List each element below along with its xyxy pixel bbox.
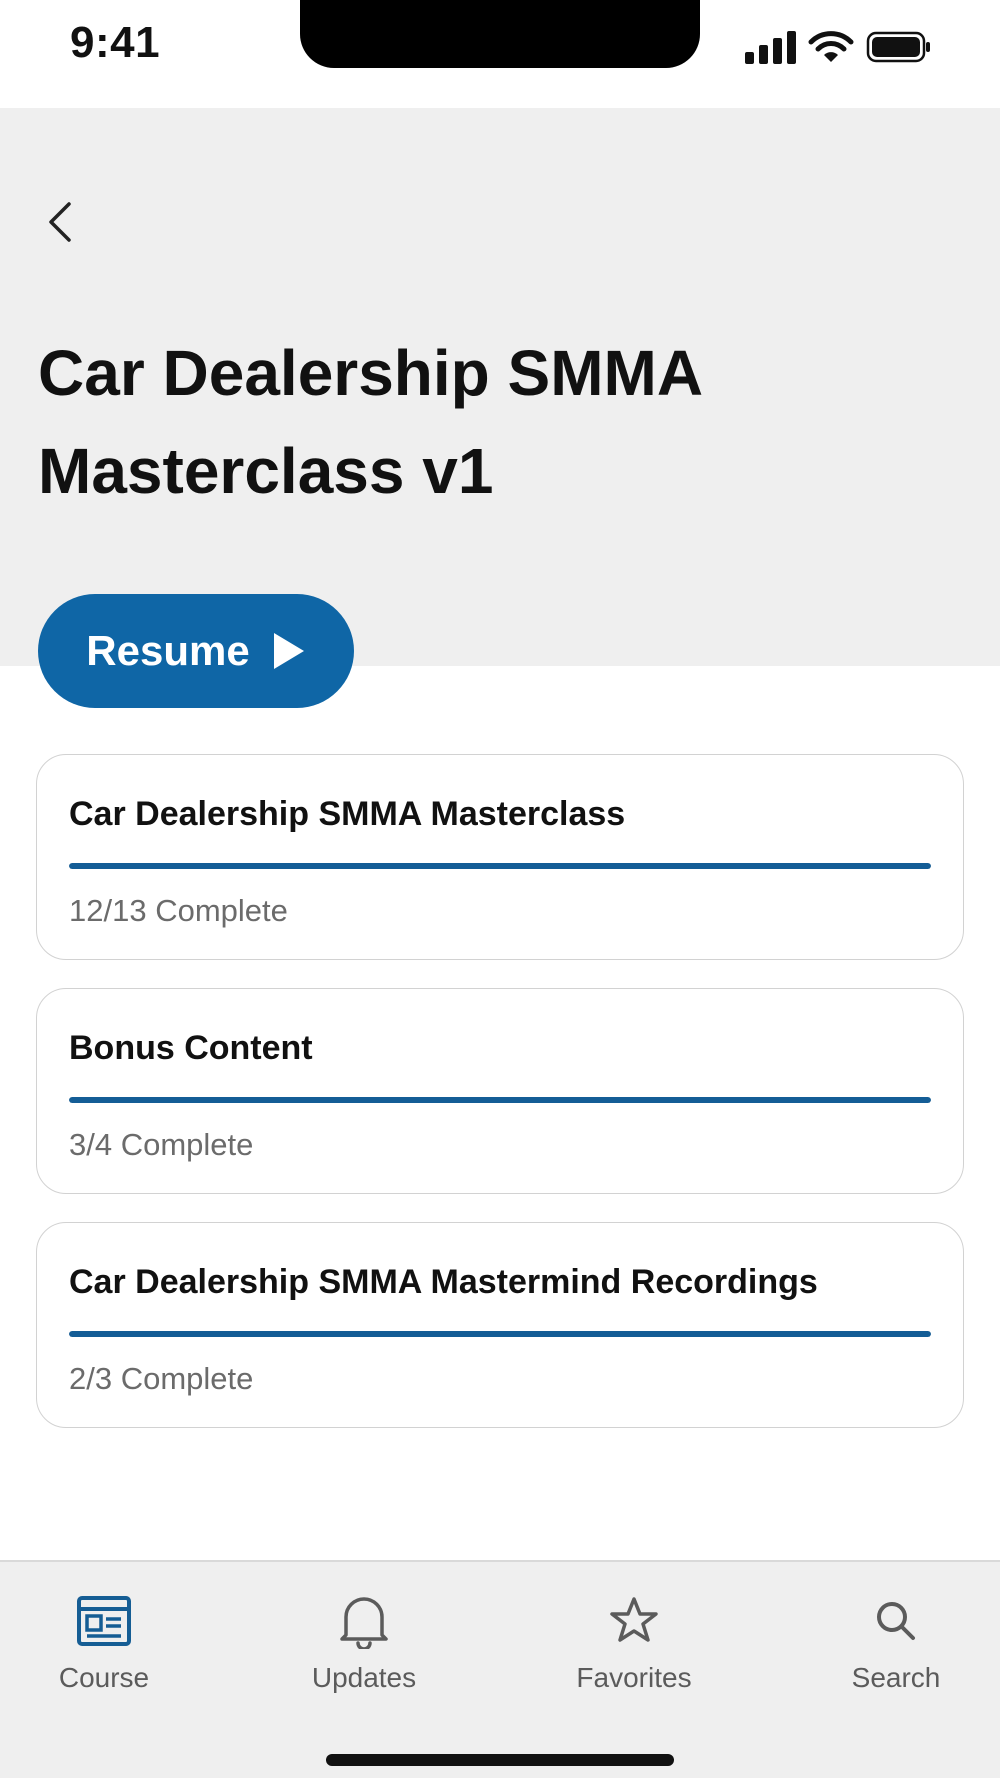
resume-button-label: Resume: [86, 627, 250, 674]
module-progress-bar: [69, 1097, 931, 1103]
resume-button[interactable]: Resume: [38, 594, 354, 708]
tab-updates[interactable]: Updates: [264, 1590, 464, 1694]
module-card[interactable]: Bonus Content 3/4 Complete: [36, 988, 964, 1194]
tab-label: Updates: [311, 1662, 417, 1693]
module-progress-fill: [69, 1097, 931, 1103]
back-button[interactable]: [38, 192, 82, 252]
course-icon: [77, 1596, 131, 1646]
module-status: 12/13 Complete: [69, 893, 288, 928]
tab-label: Course: [58, 1662, 150, 1693]
chevron-left-icon: [49, 202, 71, 242]
page-title: Car Dealership SMMA Masterclass v1: [38, 337, 701, 507]
module-title: Car Dealership SMMA Mastermind Recording…: [69, 1263, 818, 1301]
module-progress-fill: [69, 1331, 931, 1337]
status-time: 9:41: [70, 18, 161, 67]
module-title: Bonus Content: [69, 1029, 313, 1067]
module-title: Car Dealership SMMA Masterclass: [69, 795, 626, 833]
module-status: 3/4 Complete: [69, 1127, 254, 1162]
status-icons: [745, 30, 932, 64]
star-icon: [610, 1597, 658, 1642]
search-icon: [877, 1602, 915, 1640]
module-card[interactable]: Car Dealership SMMA Masterclass 12/13 Co…: [36, 754, 964, 960]
cellular-signal-icon: [745, 30, 796, 64]
module-list: Car Dealership SMMA Masterclass 12/13 Co…: [36, 754, 964, 1456]
module-progress-fill: [69, 863, 931, 869]
tab-label: Favorites: [576, 1662, 692, 1693]
module-progress-bar: [69, 863, 931, 869]
module-card[interactable]: Car Dealership SMMA Mastermind Recording…: [36, 1222, 964, 1428]
course-screen: 9:41 Car Dealership SMMA Masterclass v1 …: [0, 0, 1000, 1778]
course-header: Car Dealership SMMA Masterclass v1: [0, 108, 1000, 666]
tab-search[interactable]: Search: [796, 1590, 996, 1694]
status-bar: 9:41: [0, 0, 1000, 108]
bottom-tab-bar: Course Updates Favorites Search: [0, 1560, 1000, 1778]
module-progress-bar: [69, 1331, 931, 1337]
tab-favorites[interactable]: Favorites: [534, 1590, 734, 1694]
tab-label: Search: [851, 1662, 941, 1693]
home-indicator: [326, 1754, 674, 1766]
camera-notch: [300, 0, 700, 68]
wifi-icon: [808, 31, 854, 62]
tab-course[interactable]: Course: [4, 1590, 204, 1694]
module-status: 2/3 Complete: [69, 1361, 254, 1396]
play-icon: [273, 633, 304, 669]
bell-icon: [340, 1597, 388, 1649]
battery-icon: [866, 31, 930, 63]
